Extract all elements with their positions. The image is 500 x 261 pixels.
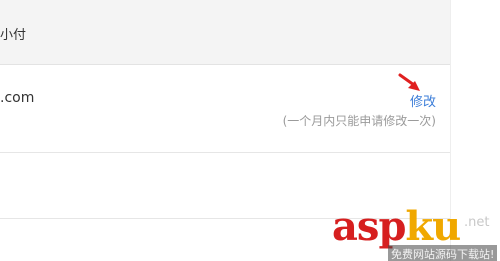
- watermark-ku: ku: [405, 203, 461, 250]
- header-label: 小付: [0, 28, 27, 43]
- page: 小付 .com 修改 (一个月内只能申请修改一次) aspku .net 免费网…: [0, 0, 500, 261]
- watermark-logo: aspku .net 免费网站源码下载站!: [332, 205, 500, 261]
- watermark-net: .net: [464, 215, 490, 230]
- header-row: 小付: [0, 0, 450, 65]
- watermark-text: aspku: [332, 203, 461, 250]
- row-divider: [0, 152, 450, 153]
- watermark-asp: asp: [332, 203, 406, 250]
- watermark-subtitle: 免费网站源码下载站!: [388, 245, 498, 261]
- email-value: .com: [0, 90, 35, 106]
- modify-link[interactable]: 修改: [410, 91, 436, 110]
- modify-note: (一个月内只能申请修改一次): [282, 114, 436, 128]
